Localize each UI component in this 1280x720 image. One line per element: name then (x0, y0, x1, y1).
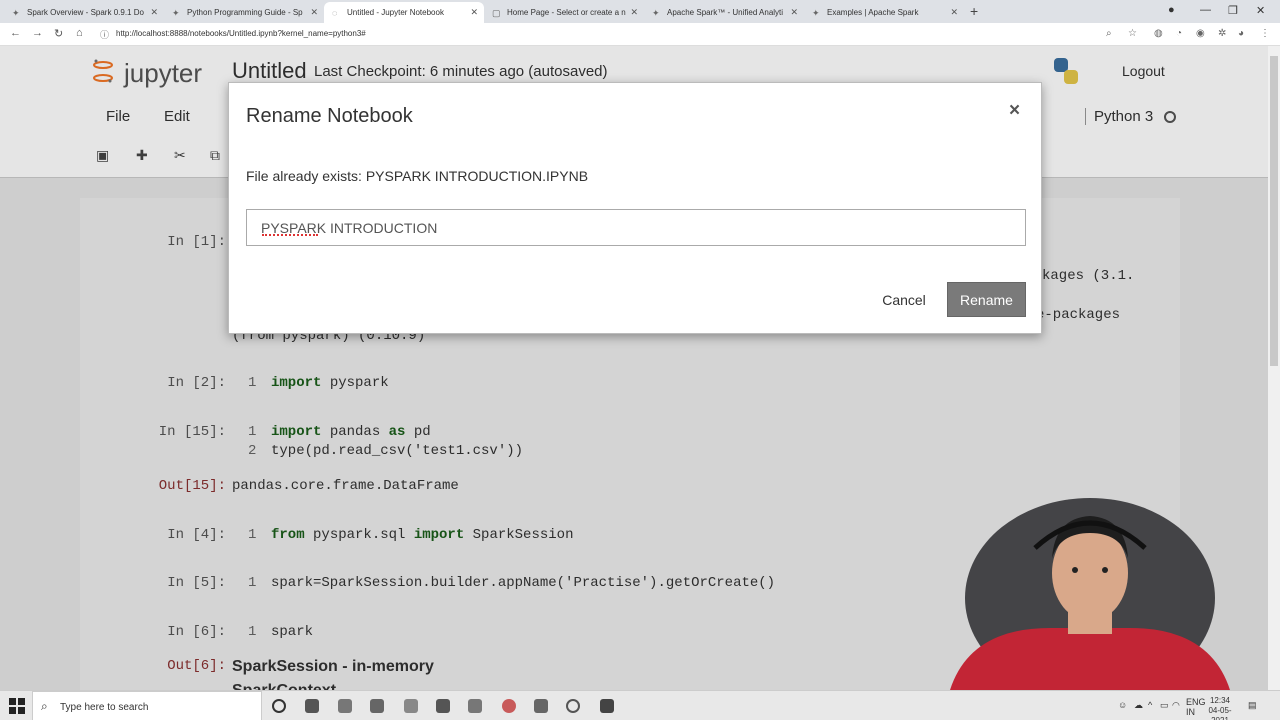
new-tab-icon[interactable]: + (970, 3, 978, 19)
tab-untitled-jupyter[interactable]: ◌ Untitled - Jupyter Notebook ✕ (324, 2, 484, 23)
url-field[interactable]: http://localhost:8888/notebooks/Untitled… (116, 29, 366, 38)
dialog-title: Rename Notebook (246, 105, 413, 127)
wifi-icon[interactable]: ◠ (1172, 700, 1180, 711)
restore-icon[interactable]: ❐ (1228, 4, 1238, 17)
windows-taskbar: ⌕ Type here to search ☺ ☁ ^ ▭ ◠ ENG IN 12… (0, 690, 1280, 720)
tab-title: Python Programming Guide - Sp (187, 8, 303, 17)
info-icon[interactable]: ⓘ (100, 28, 109, 41)
rename-notebook-dialog: Rename Notebook × File already exists: P… (228, 82, 1042, 334)
tab-examples[interactable]: ✦ Examples | Apache Spark ✕ (804, 2, 964, 23)
close-icon[interactable]: × (1009, 100, 1020, 122)
tab-python-guide[interactable]: ✦ Python Programming Guide - Sp ✕ (164, 2, 324, 23)
screen: ✦ Spark Overview - Spark 0.9.1 Do ✕ ✦ Py… (0, 0, 1280, 720)
app-icon[interactable] (305, 699, 319, 713)
spark-icon: ✦ (652, 7, 660, 18)
app-icon[interactable] (370, 699, 384, 713)
minimize-icon[interactable]: — (1200, 4, 1211, 16)
extension-icon[interactable]: ◉ (1196, 28, 1205, 39)
app-icon[interactable] (436, 699, 450, 713)
chevron-up-icon[interactable]: ^ (1148, 700, 1152, 710)
notebook-name-input[interactable] (246, 209, 1026, 246)
rename-button[interactable]: Rename (947, 282, 1026, 317)
app-icon[interactable] (566, 699, 580, 713)
address-bar: ← → ↻ ⌂ ⓘ http://localhost:8888/notebook… (0, 23, 1280, 46)
system-clock[interactable]: 12:34 04-05-2021 (1200, 696, 1240, 720)
chrome-icon[interactable] (502, 699, 516, 713)
close-window-icon[interactable]: ✕ (1256, 4, 1265, 17)
zoom-icon[interactable]: ⌕ (1106, 28, 1112, 39)
back-icon[interactable]: ← (10, 27, 21, 39)
spark-icon: ✦ (172, 7, 180, 18)
app-icon[interactable] (468, 699, 482, 713)
tab-title: Examples | Apache Spark (827, 8, 919, 17)
excel-icon[interactable] (600, 699, 614, 713)
browser-tab-bar: ✦ Spark Overview - Spark 0.9.1 Do ✕ ✦ Py… (0, 0, 1280, 23)
home-icon[interactable]: ⌂ (76, 27, 83, 39)
close-tab-icon[interactable]: ✕ (630, 7, 638, 18)
reload-icon[interactable]: ↻ (54, 27, 63, 40)
close-tab-icon[interactable]: ✕ (950, 7, 958, 18)
clock-time: 12:34 (1209, 696, 1231, 705)
webcam-overlay (950, 498, 1230, 690)
cloud-icon[interactable]: ☁ (1134, 700, 1143, 711)
tab-title: Spark Overview - Spark 0.9.1 Do (27, 8, 144, 17)
tab-apache-spark[interactable]: ✦ Apache Spark™ - Unified Analyti ✕ (644, 2, 804, 23)
page-icon: ▢ (492, 7, 501, 18)
jupyter-icon: ◌ (332, 7, 338, 18)
close-tab-icon[interactable]: ✕ (150, 7, 158, 18)
menu-kebab-icon[interactable]: ⋮ (1260, 28, 1270, 39)
tab-home-page[interactable]: ▢ Home Page - Select or create a n ✕ (484, 2, 644, 23)
close-tab-icon[interactable]: ✕ (310, 7, 318, 18)
battery-icon[interactable]: ▭ (1160, 700, 1169, 711)
spark-icon: ✦ (12, 7, 20, 18)
tab-title: Untitled - Jupyter Notebook (347, 8, 444, 17)
profile-avatar-icon[interactable]: ◕ (1238, 28, 1244, 39)
clock-date: 04-05-2021 (1208, 706, 1232, 720)
close-tab-icon[interactable]: ✕ (470, 7, 478, 18)
close-tab-icon[interactable]: ✕ (790, 7, 798, 18)
app-icon[interactable] (534, 699, 548, 713)
notification-icon[interactable]: ▤ (1248, 700, 1257, 711)
forward-icon[interactable]: → (32, 27, 43, 39)
taskbar-search-box[interactable]: ⌕ Type here to search (32, 691, 262, 720)
spark-icon: ✦ (812, 7, 820, 18)
search-placeholder: Type here to search (60, 702, 149, 713)
search-icon: ⌕ (41, 699, 48, 713)
page-scrollbar[interactable] (1268, 46, 1280, 690)
windows-start-icon[interactable] (9, 698, 25, 714)
app-icon[interactable] (338, 699, 352, 713)
error-message: File already exists: PYSPARK INTRODUCTIO… (246, 168, 589, 184)
bookmark-star-icon[interactable]: ☆ (1128, 28, 1137, 39)
extension-icon[interactable]: ◔ (1176, 28, 1182, 39)
tab-title: Apache Spark™ - Unified Analyti (667, 8, 784, 17)
settings-icon[interactable]: ● (1168, 4, 1175, 16)
tab-title: Home Page - Select or create a n (507, 8, 626, 17)
person-icon[interactable]: ☺ (1118, 700, 1127, 710)
cancel-button[interactable]: Cancel (869, 283, 939, 317)
spellcheck-underline (262, 233, 318, 236)
extensions-puzzle-icon[interactable]: ✲ (1218, 28, 1226, 39)
scrollbar-thumb[interactable] (1270, 56, 1278, 366)
cortana-icon[interactable] (272, 699, 286, 713)
extension-icon[interactable]: ◍ (1154, 28, 1163, 39)
app-icon[interactable] (404, 699, 418, 713)
tab-spark-overview[interactable]: ✦ Spark Overview - Spark 0.9.1 Do ✕ (4, 2, 164, 23)
